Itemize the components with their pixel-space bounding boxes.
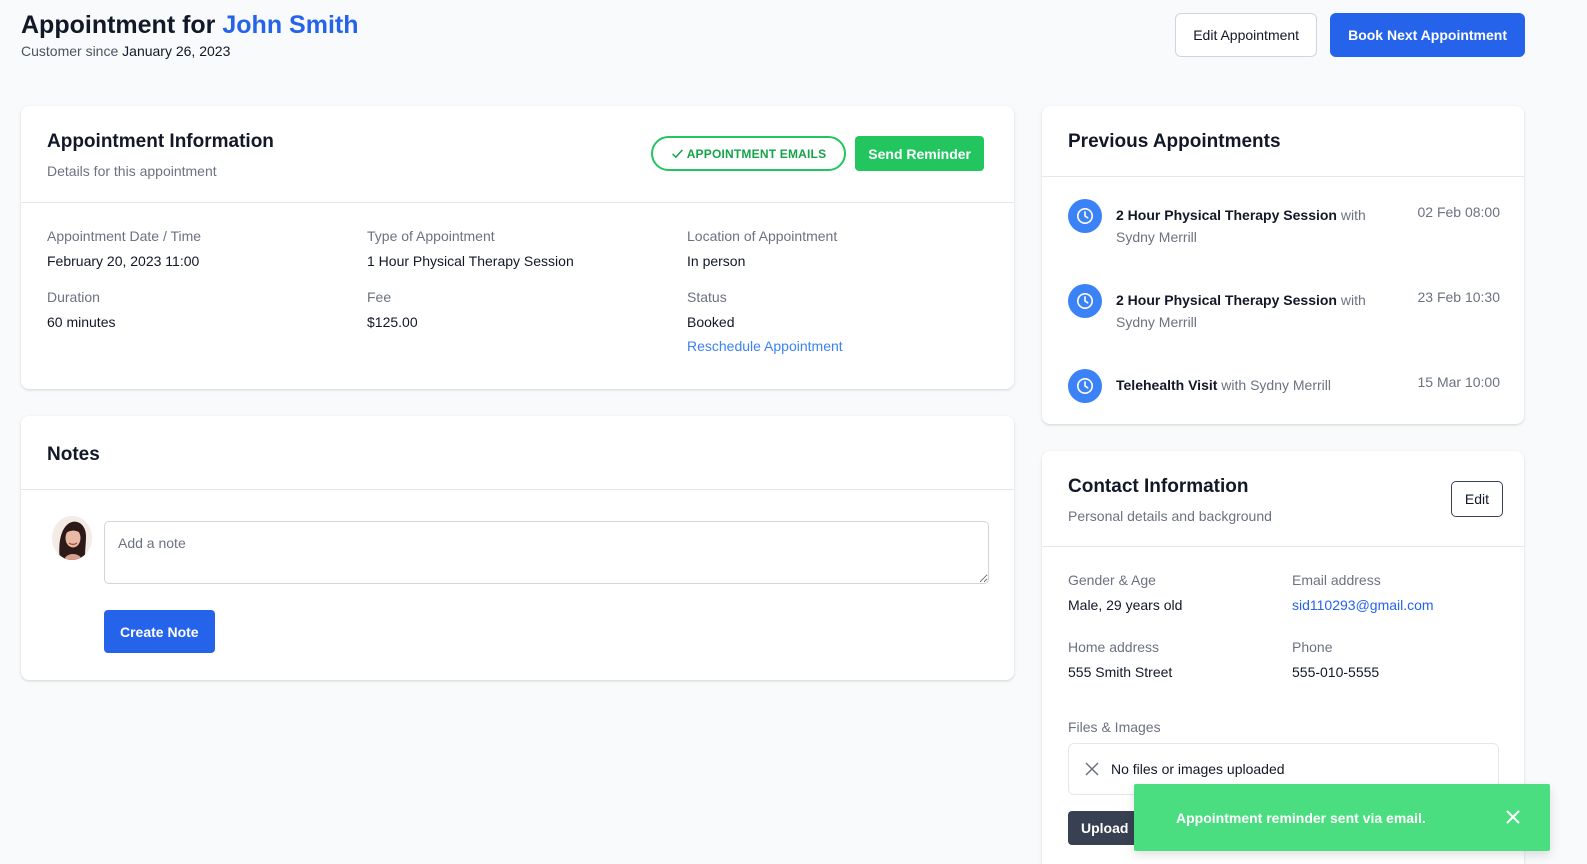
contact-information-header: Contact Information Personal details and… — [1042, 451, 1524, 547]
appointment-actions: APPOINTMENT EMAILS Send Reminder — [650, 136, 984, 171]
home-address-field: Home address 555 Smith Street — [1068, 639, 1292, 680]
previous-appointment-text: 2 Hour Physical Therapy Session with Syd… — [1116, 284, 1386, 333]
field-value: February 20, 2023 11:00 — [47, 253, 200, 269]
appointment-emails-toggle[interactable]: APPOINTMENT EMAILS — [650, 136, 847, 171]
previous-appointment-text: 2 Hour Physical Therapy Session with Syd… — [1116, 199, 1386, 248]
notes-header: Notes — [21, 416, 1014, 490]
create-note-button[interactable]: Create Note — [104, 610, 215, 653]
close-icon[interactable] — [1504, 808, 1522, 826]
appointment-date-field: Appointment Date / Time February 20, 202… — [47, 228, 367, 269]
field-label: Duration — [47, 289, 100, 305]
edit-contact-button[interactable]: Edit — [1450, 481, 1503, 517]
avatar — [52, 516, 92, 560]
appointment-fee-field: Fee $125.00 — [367, 289, 687, 354]
phone-field: Phone 555-010-5555 — [1292, 639, 1502, 680]
appointment-type-field: Type of Appointment 1 Hour Physical Ther… — [367, 228, 687, 269]
previous-appointment-date: 23 Feb 10:30 — [1417, 289, 1500, 305]
book-next-appointment-button[interactable]: Book Next Appointment — [1330, 13, 1525, 57]
status-value: Booked — [687, 314, 735, 330]
field-label: Type of Appointment — [367, 228, 495, 244]
title-prefix: Appointment for — [21, 11, 216, 39]
field-value: $125.00 — [367, 314, 418, 330]
toast-notification: Appointment reminder sent via email. — [1134, 784, 1550, 851]
appointment-emails-label: APPOINTMENT EMAILS — [686, 146, 827, 161]
appointment-status-field: Status Booked Reschedule Appointment — [687, 289, 987, 354]
clock-icon — [1068, 284, 1102, 318]
notes-card: Notes Create Note — [21, 416, 1014, 680]
page-header: Appointment for John Smith Customer sinc… — [21, 10, 358, 59]
previous-appointments-header: Previous Appointments — [1042, 106, 1524, 177]
field-value: Male, 29 years old — [1068, 597, 1183, 613]
toast-message: Appointment reminder sent via email. — [1176, 809, 1426, 826]
customer-since: Customer since January 26, 2023 — [21, 43, 358, 59]
previous-appointment-title: 2 Hour Physical Therapy Session — [1116, 292, 1337, 308]
clock-icon — [1068, 369, 1102, 403]
edit-appointment-button[interactable]: Edit Appointment — [1175, 13, 1318, 57]
previous-appointment-title: 2 Hour Physical Therapy Session — [1116, 207, 1337, 223]
contact-details: Gender & Age Male, 29 years old Email ad… — [1042, 547, 1524, 680]
field-label: Status — [687, 289, 727, 305]
header-actions: Edit Appointment Book Next Appointment — [1175, 13, 1525, 57]
note-input[interactable] — [104, 521, 989, 584]
field-label: Phone — [1292, 639, 1333, 655]
previous-appointment-item[interactable]: 2 Hour Physical Therapy Session with Syd… — [1068, 199, 1500, 248]
files-empty-text: No files or images uploaded — [1111, 761, 1285, 777]
customer-since-date: January 26, 2023 — [122, 43, 231, 59]
appointment-information-card: Appointment Information Details for this… — [21, 106, 1014, 389]
gender-age-field: Gender & Age Male, 29 years old — [1068, 572, 1292, 615]
close-icon — [1085, 762, 1099, 776]
previous-appointment-item[interactable]: 2 Hour Physical Therapy Session with Syd… — [1068, 284, 1500, 333]
files-images-label: Files & Images — [1068, 719, 1161, 735]
previous-appointment-date: 15 Mar 10:00 — [1417, 374, 1501, 390]
previous-appointment-title: Telehealth Visit — [1116, 377, 1218, 393]
field-label: Fee — [367, 289, 392, 305]
notes-title: Notes — [47, 444, 100, 465]
previous-appointment-item[interactable]: Telehealth Visit with Sydny Merrill 15 M… — [1068, 369, 1500, 403]
appointment-duration-field: Duration 60 minutes — [47, 289, 367, 354]
previous-appointments-title: Previous Appointments — [1068, 131, 1281, 152]
field-label: Home address — [1068, 639, 1160, 655]
field-label: Location of Appointment — [687, 228, 838, 244]
customer-since-label: Customer since — [21, 43, 119, 59]
contact-information-subtitle: Personal details and background — [1068, 508, 1272, 524]
email-link[interactable]: sid110293@gmail.com — [1292, 597, 1434, 613]
field-value: In person — [687, 253, 746, 269]
appointment-information-header: Appointment Information Details for this… — [21, 106, 1014, 203]
field-value: 555-010-5555 — [1292, 664, 1380, 680]
reschedule-appointment-link[interactable]: Reschedule Appointment — [687, 338, 987, 354]
previous-appointments-card: Previous Appointments 2 Hour Physical Th… — [1042, 106, 1524, 424]
upload-button[interactable]: Upload — [1068, 811, 1142, 845]
send-reminder-button[interactable]: Send Reminder — [855, 136, 984, 171]
field-value: 60 minutes — [47, 314, 116, 330]
email-field: Email address sid110293@gmail.com — [1292, 572, 1502, 615]
customer-name: John Smith — [222, 11, 359, 39]
field-label: Email address — [1292, 572, 1381, 588]
previous-appointment-provider: with Sydny Merrill — [1221, 377, 1331, 393]
check-icon — [671, 149, 683, 159]
appointment-details: Appointment Date / Time February 20, 202… — [21, 203, 1014, 354]
field-value: 555 Smith Street — [1068, 664, 1173, 680]
field-label: Appointment Date / Time — [47, 228, 202, 244]
clock-icon — [1068, 199, 1102, 233]
field-label: Gender & Age — [1068, 572, 1156, 588]
contact-information-title: Contact Information — [1068, 476, 1249, 497]
previous-appointment-text: Telehealth Visit with Sydny Merrill — [1116, 369, 1386, 403]
page-title: Appointment for John Smith — [21, 10, 358, 40]
field-value: 1 Hour Physical Therapy Session — [367, 253, 574, 269]
appointment-location-field: Location of Appointment In person — [687, 228, 987, 269]
previous-appointment-date: 02 Feb 08:00 — [1417, 204, 1500, 220]
user-avatar-icon — [52, 516, 92, 560]
